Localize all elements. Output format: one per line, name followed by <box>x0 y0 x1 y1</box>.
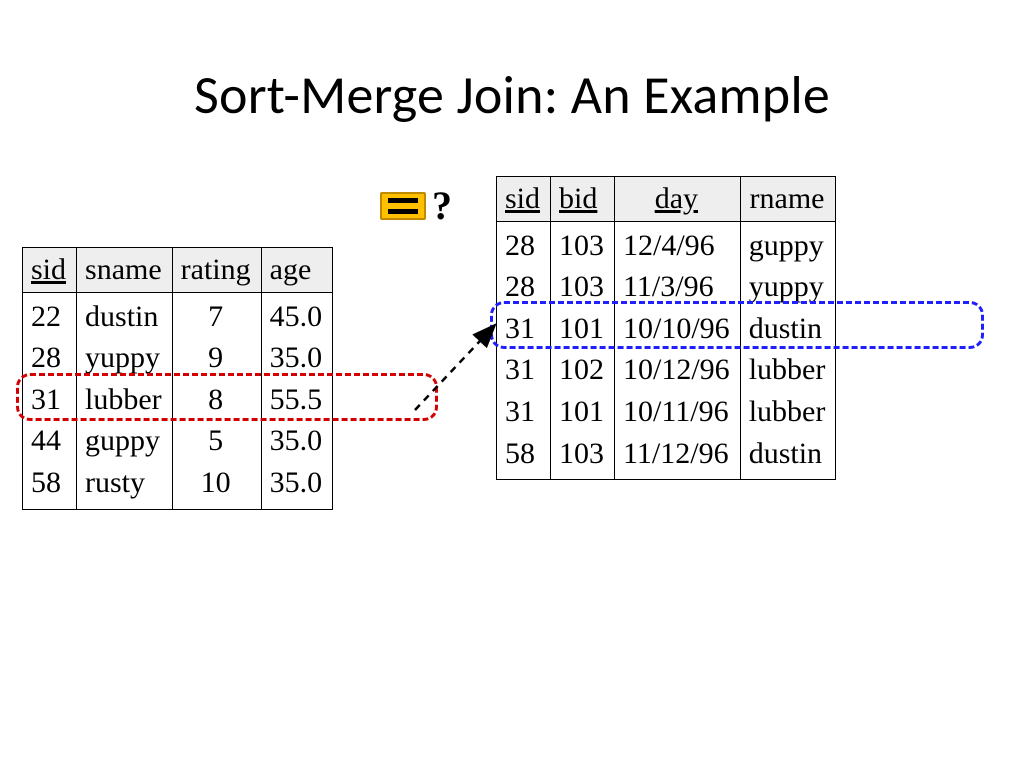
cell: 12/4/96 <box>615 221 741 267</box>
join-compare-annotation: ? <box>380 186 452 226</box>
cell: dustin <box>740 434 836 480</box>
cell: 10/11/96 <box>615 392 741 434</box>
cell: guppy <box>740 221 836 267</box>
cell: 103 <box>551 221 615 267</box>
cell: 44 <box>23 421 77 463</box>
cell: 8 <box>172 380 261 422</box>
slide-title: Sort-Merge Join: An Example <box>0 62 1024 128</box>
cell: 10/10/96 <box>615 309 741 351</box>
cell: yuppy <box>740 267 836 309</box>
cell: yuppy <box>77 338 173 380</box>
cell: 101 <box>551 309 615 351</box>
col-age: age <box>261 248 333 293</box>
reserves-table: sid bid day rname 28 103 12/4/96 guppy 2… <box>496 176 836 480</box>
cell: 45.0 <box>261 292 333 338</box>
cell: 58 <box>497 434 551 480</box>
table-row: 31 101 10/10/96 dustin <box>497 309 836 351</box>
cell: 31 <box>497 309 551 351</box>
cell: lubber <box>77 380 173 422</box>
sailors-header-row: sid sname rating age <box>23 248 333 293</box>
col-sid: sid <box>497 177 551 222</box>
slide: Sort-Merge Join: An Example ? sid sname … <box>0 0 1024 768</box>
cell: 102 <box>551 350 615 392</box>
cell: 10/12/96 <box>615 350 741 392</box>
cell: 28 <box>497 267 551 309</box>
table-row: 28 103 11/3/96 yuppy <box>497 267 836 309</box>
cell: 9 <box>172 338 261 380</box>
question-mark: ? <box>432 186 452 226</box>
cell: lubber <box>740 350 836 392</box>
table-row: 44 guppy 5 35.0 <box>23 421 333 463</box>
sailors-table: sid sname rating age 22 dustin 7 45.0 28… <box>22 247 333 510</box>
col-rating: rating <box>172 248 261 293</box>
cell: 103 <box>551 267 615 309</box>
col-day: day <box>615 177 741 222</box>
cell: 58 <box>23 463 77 509</box>
cell: 103 <box>551 434 615 480</box>
cell: 31 <box>497 350 551 392</box>
cell: 22 <box>23 292 77 338</box>
cell: 28 <box>23 338 77 380</box>
col-rname: rname <box>740 177 836 222</box>
cell: dustin <box>740 309 836 351</box>
table-row: 58 rusty 10 35.0 <box>23 463 333 509</box>
col-sid: sid <box>23 248 77 293</box>
reserves-header-row: sid bid day rname <box>497 177 836 222</box>
cell: 101 <box>551 392 615 434</box>
cell: 5 <box>172 421 261 463</box>
table-row: 31 lubber 8 55.5 <box>23 380 333 422</box>
cell: guppy <box>77 421 173 463</box>
col-bid: bid <box>551 177 615 222</box>
cell: 11/12/96 <box>615 434 741 480</box>
cell: rusty <box>77 463 173 509</box>
cell: 31 <box>497 392 551 434</box>
cell: 11/3/96 <box>615 267 741 309</box>
table-row: 31 101 10/11/96 lubber <box>497 392 836 434</box>
table-row: 31 102 10/12/96 lubber <box>497 350 836 392</box>
cell: dustin <box>77 292 173 338</box>
cell: 7 <box>172 292 261 338</box>
cell: lubber <box>740 392 836 434</box>
equals-icon <box>380 192 426 220</box>
cell: 35.0 <box>261 338 333 380</box>
cell: 35.0 <box>261 463 333 509</box>
table-row: 28 yuppy 9 35.0 <box>23 338 333 380</box>
cell: 31 <box>23 380 77 422</box>
table-row: 58 103 11/12/96 dustin <box>497 434 836 480</box>
table-row: 28 103 12/4/96 guppy <box>497 221 836 267</box>
cell: 35.0 <box>261 421 333 463</box>
cell: 10 <box>172 463 261 509</box>
cell: 55.5 <box>261 380 333 422</box>
cell: 28 <box>497 221 551 267</box>
col-sname: sname <box>77 248 173 293</box>
table-row: 22 dustin 7 45.0 <box>23 292 333 338</box>
